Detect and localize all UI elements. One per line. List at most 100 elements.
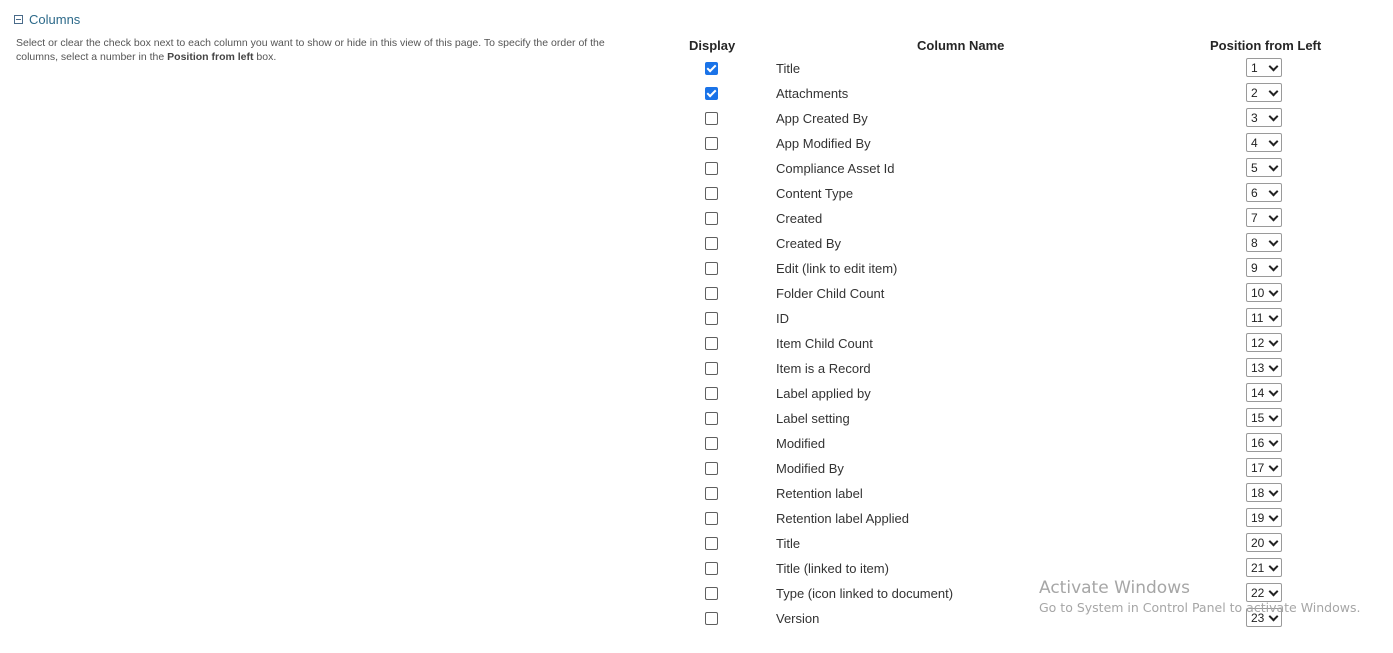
section-title[interactable]: Columns — [29, 12, 80, 27]
position-value: 12 — [1251, 335, 1265, 350]
chevron-down-icon — [1268, 236, 1279, 247]
position-select[interactable]: 12 — [1246, 333, 1282, 352]
chevron-down-icon — [1268, 561, 1279, 572]
display-checkbox[interactable] — [705, 112, 718, 125]
position-select[interactable]: 20 — [1246, 533, 1282, 552]
display-checkbox[interactable] — [705, 312, 718, 325]
column-row: Title 1 — [0, 55, 1393, 80]
position-select[interactable]: 6 — [1246, 183, 1282, 202]
position-select[interactable]: 21 — [1246, 558, 1282, 577]
position-select[interactable]: 3 — [1246, 108, 1282, 127]
column-name: Edit (link to edit item) — [776, 261, 898, 276]
display-checkbox[interactable] — [705, 162, 718, 175]
collapse-icon[interactable] — [14, 15, 23, 24]
position-select[interactable]: 5 — [1246, 158, 1282, 177]
position-value: 21 — [1251, 560, 1265, 575]
display-checkbox[interactable] — [705, 562, 718, 575]
chevron-down-icon — [1268, 411, 1279, 422]
chevron-down-icon — [1268, 436, 1279, 447]
column-row: ID 11 — [0, 305, 1393, 330]
position-value: 1 — [1251, 60, 1258, 75]
header-position: Position from Left — [1210, 38, 1322, 53]
columns-list: Title 1 Attachments 2 App Created By 3 App Mod… — [0, 55, 1393, 630]
position-select[interactable]: 15 — [1246, 408, 1282, 427]
column-name: Content Type — [776, 186, 854, 201]
position-select[interactable]: 8 — [1246, 233, 1282, 252]
position-select[interactable]: 16 — [1246, 433, 1282, 452]
display-checkbox[interactable] — [705, 87, 718, 100]
position-value: 18 — [1251, 485, 1265, 500]
column-row: Title 20 — [0, 530, 1393, 555]
display-checkbox[interactable] — [705, 437, 718, 450]
columns-section-header[interactable]: Columns — [14, 12, 80, 27]
position-select[interactable]: 4 — [1246, 133, 1282, 152]
column-row: Edit (link to edit item) 9 — [0, 255, 1393, 280]
display-checkbox[interactable] — [705, 387, 718, 400]
column-name: Title (linked to item) — [776, 561, 889, 576]
position-select[interactable]: 7 — [1246, 208, 1282, 227]
display-checkbox[interactable] — [705, 337, 718, 350]
column-row: Item Child Count 12 — [0, 330, 1393, 355]
position-value: 5 — [1251, 160, 1258, 175]
watermark-subtitle: Go to System in Control Panel to activat… — [1039, 600, 1361, 615]
position-value: 16 — [1251, 435, 1265, 450]
display-checkbox[interactable] — [705, 137, 718, 150]
column-name: Modified By — [776, 461, 844, 476]
chevron-down-icon — [1268, 111, 1279, 122]
position-value: 15 — [1251, 410, 1265, 425]
display-checkbox[interactable] — [705, 462, 718, 475]
position-select[interactable]: 14 — [1246, 383, 1282, 402]
chevron-down-icon — [1268, 461, 1279, 472]
column-name: ID — [776, 311, 789, 326]
display-checkbox[interactable] — [705, 237, 718, 250]
display-checkbox[interactable] — [705, 537, 718, 550]
position-select[interactable]: 17 — [1246, 458, 1282, 477]
position-value: 11 — [1251, 310, 1264, 325]
position-select[interactable]: 19 — [1246, 508, 1282, 527]
position-select[interactable]: 2 — [1246, 83, 1282, 102]
column-row: Retention label 18 — [0, 480, 1393, 505]
display-checkbox[interactable] — [705, 62, 718, 75]
position-select[interactable]: 11 — [1246, 308, 1282, 327]
column-name: Item Child Count — [776, 336, 873, 351]
column-name: Attachments — [776, 86, 849, 101]
position-value: 2 — [1251, 85, 1258, 100]
position-select[interactable]: 9 — [1246, 258, 1282, 277]
column-name: Label setting — [776, 411, 850, 426]
column-name: Created — [776, 211, 823, 226]
column-name: Created By — [776, 236, 842, 251]
position-value: 13 — [1251, 360, 1265, 375]
display-checkbox[interactable] — [705, 362, 718, 375]
header-column-name: Column Name — [917, 38, 1005, 53]
activation-watermark: Activate Windows Go to System in Control… — [1039, 577, 1360, 617]
column-name: Retention label — [776, 486, 863, 501]
chevron-down-icon — [1268, 486, 1279, 497]
chevron-down-icon — [1268, 361, 1279, 372]
position-value: 19 — [1251, 510, 1265, 525]
display-checkbox[interactable] — [705, 487, 718, 500]
display-checkbox[interactable] — [705, 512, 718, 525]
position-value: 3 — [1251, 110, 1258, 125]
column-name: Item is a Record — [776, 361, 871, 376]
display-checkbox[interactable] — [705, 212, 718, 225]
column-row: Item is a Record 13 — [0, 355, 1393, 380]
display-checkbox[interactable] — [705, 262, 718, 275]
watermark-title: Activate Windows — [1039, 578, 1190, 598]
position-select[interactable]: 1 — [1246, 58, 1282, 77]
column-name: Compliance Asset Id — [776, 161, 895, 176]
display-checkbox[interactable] — [705, 612, 718, 625]
position-select[interactable]: 13 — [1246, 358, 1282, 377]
column-row: Created 7 — [0, 205, 1393, 230]
display-checkbox[interactable] — [705, 587, 718, 600]
position-value: 4 — [1251, 135, 1258, 150]
position-select[interactable]: 18 — [1246, 483, 1282, 502]
column-row: Label setting 15 — [0, 405, 1393, 430]
position-select[interactable]: 10 — [1246, 283, 1282, 302]
column-row: Retention label Applied 19 — [0, 505, 1393, 530]
display-checkbox[interactable] — [705, 412, 718, 425]
display-checkbox[interactable] — [705, 187, 718, 200]
position-value: 14 — [1251, 385, 1265, 400]
chevron-down-icon — [1268, 161, 1279, 172]
column-row: Label applied by 14 — [0, 380, 1393, 405]
display-checkbox[interactable] — [705, 287, 718, 300]
